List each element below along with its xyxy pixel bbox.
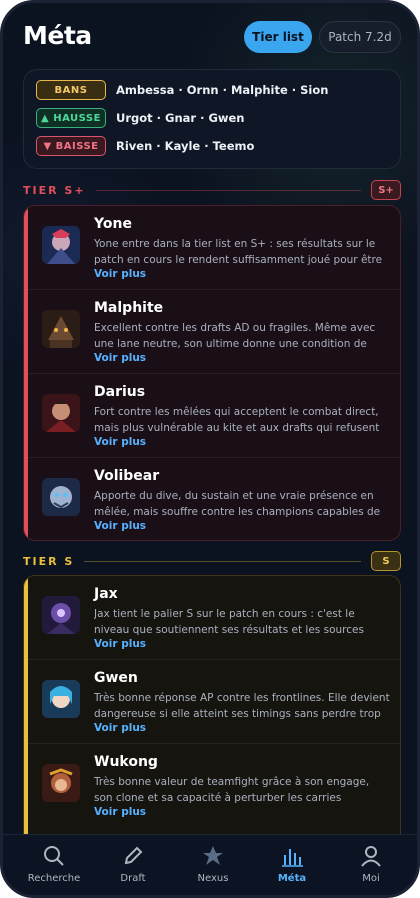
- champion-portrait: [42, 764, 80, 802]
- pencil-icon: [124, 846, 143, 865]
- tab-nexus[interactable]: Nexus: [172, 835, 254, 895]
- champion-description: Fort contre les mêlées qui acceptent le …: [94, 406, 380, 434]
- champion-description: Yone entre dans la tier list en S+ : ses…: [94, 238, 383, 266]
- champion-row-malphite[interactable]: Malphite Excellent contre les drafts AD …: [24, 290, 400, 374]
- patch-button[interactable]: Patch 7.2d: [319, 21, 401, 53]
- champion-description: Très bonne valeur de teamfight grâce à s…: [94, 776, 370, 804]
- trend-champions: Ambessa · Ornn · Malphite · Sion: [116, 83, 329, 97]
- divider: [84, 560, 361, 562]
- see-more-link[interactable]: Voir plus: [94, 436, 146, 448]
- bans-badge: BANS: [36, 80, 106, 100]
- champion-row-jax[interactable]: Jax Jax tient le palier S sur le patch e…: [24, 576, 400, 660]
- trend-row-up: ▲ HAUSSE Urgot · Gnar · Gwen: [36, 107, 245, 129]
- header: Méta Tier list Patch 7.2d: [3, 17, 417, 61]
- trend-champions: Urgot · Gnar · Gwen: [116, 111, 245, 125]
- page-title: Méta: [23, 21, 92, 50]
- tab-draft[interactable]: Draft: [92, 835, 174, 895]
- see-more-link[interactable]: Voir plus: [94, 638, 146, 650]
- champion-row-gwen[interactable]: Gwen Très bonne réponse AP contre les fr…: [24, 660, 400, 744]
- champion-row-volibear[interactable]: Volibear Apporte du dive, du sustain et …: [24, 458, 400, 540]
- champion-portrait: [42, 394, 80, 432]
- champion-name: Darius: [94, 384, 146, 400]
- user-icon: [361, 846, 381, 867]
- tier-label: TIER S+: [23, 183, 86, 197]
- tab-recherche[interactable]: Recherche: [13, 835, 95, 895]
- see-more-link[interactable]: Voir plus: [94, 268, 146, 280]
- phone-frame: Méta Tier list Patch 7.2d BANS Ambessa ·…: [0, 0, 420, 898]
- tier-header-s: TIER S S: [23, 549, 401, 573]
- bottom-tab-bar: Recherche Draft Nexus Méta Moi: [3, 834, 417, 895]
- see-more-link[interactable]: Voir plus: [94, 352, 146, 364]
- search-icon: [44, 846, 64, 866]
- champion-row-darius[interactable]: Darius Fort contre les mêlées qui accept…: [24, 374, 400, 458]
- champion-portrait: [42, 310, 80, 348]
- tier-card-s-plus: Yone Yone entre dans la tier list en S+ …: [23, 205, 401, 541]
- divider: [95, 189, 361, 191]
- see-more-link[interactable]: Voir plus: [94, 520, 146, 532]
- tab-label: Nexus: [197, 873, 229, 884]
- tier-header-s-plus: TIER S+ S+: [23, 178, 401, 202]
- tab-meta[interactable]: Méta: [251, 835, 333, 895]
- champion-description: Excellent contre les drafts AD ou fragil…: [94, 322, 376, 350]
- champion-name: Malphite: [94, 300, 164, 316]
- champion-name: Volibear: [94, 468, 160, 484]
- tier-chip: S+: [371, 180, 401, 200]
- champion-portrait: [42, 596, 80, 634]
- champion-portrait: [42, 478, 80, 516]
- champion-description: Jax tient le palier S sur le patch en co…: [94, 608, 364, 636]
- champion-row-wukong[interactable]: Wukong Très bonne valeur de teamfight gr…: [24, 744, 400, 828]
- champion-portrait: [42, 226, 80, 264]
- trends-card: BANS Ambessa · Ornn · Malphite · Sion ▲ …: [23, 69, 401, 169]
- trend-row-down: ▼ BAISSE Riven · Kayle · Teemo: [36, 135, 254, 157]
- see-more-link[interactable]: Voir plus: [94, 806, 146, 818]
- tier-list-button[interactable]: Tier list: [244, 21, 312, 53]
- nexus-icon: [203, 846, 223, 865]
- champion-name: Jax: [94, 586, 118, 602]
- falling-badge: ▼ BAISSE: [36, 136, 106, 156]
- champion-description: Apporte du dive, du sustain et une vraie…: [94, 490, 381, 518]
- tier-label: TIER S: [23, 554, 75, 568]
- trend-row-bans: BANS Ambessa · Ornn · Malphite · Sion: [36, 79, 328, 101]
- champion-row-yone[interactable]: Yone Yone entre dans la tier list en S+ …: [24, 206, 400, 290]
- tab-label: Recherche: [27, 873, 81, 884]
- champion-name: Wukong: [94, 754, 158, 770]
- champion-name: Yone: [94, 216, 132, 232]
- champion-portrait: [42, 680, 80, 718]
- tab-label: Méta: [277, 873, 307, 884]
- tab-label: Moi: [362, 873, 380, 884]
- tier-chip: S: [371, 551, 401, 571]
- see-more-link[interactable]: Voir plus: [94, 722, 146, 734]
- rising-badge: ▲ HAUSSE: [36, 108, 106, 128]
- champion-description: Très bonne réponse AP contre les frontli…: [94, 692, 390, 720]
- tab-moi[interactable]: Moi: [330, 835, 412, 895]
- trend-champions: Riven · Kayle · Teemo: [116, 139, 255, 153]
- champion-name: Gwen: [94, 670, 138, 686]
- tier-card-s: Jax Jax tient le palier S sur le patch e…: [23, 575, 401, 845]
- tab-label: Draft: [120, 873, 146, 884]
- bar-chart-icon: [282, 849, 303, 867]
